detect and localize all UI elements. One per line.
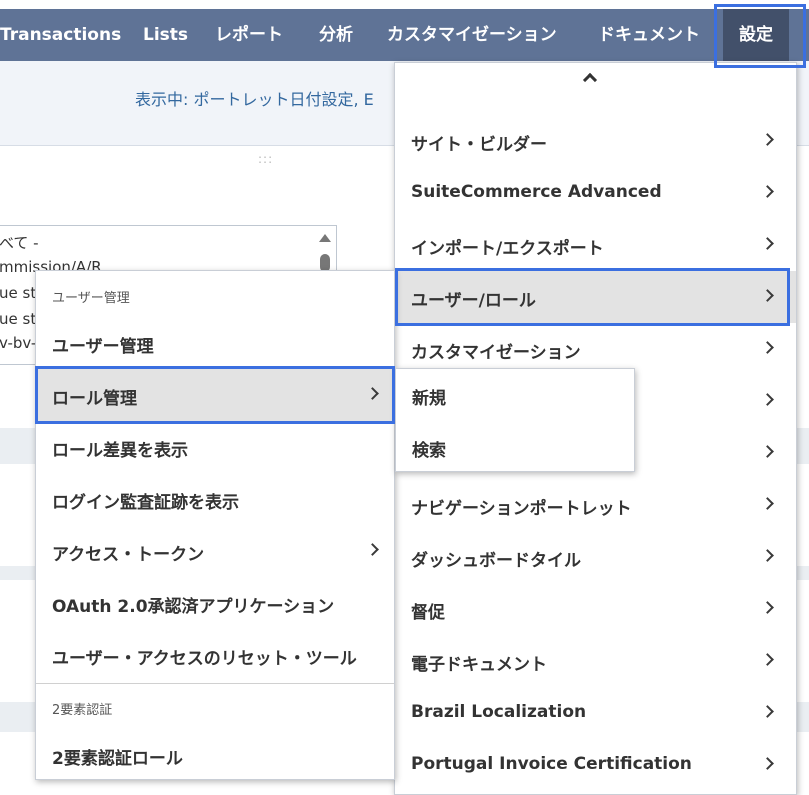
menu-item-2fa-roles[interactable]: 2要素認証ロール [36,729,394,781]
chevron-right-icon [761,341,774,354]
menu-separator [36,683,394,684]
menu-item-label: ユーザー管理 [52,337,154,357]
menu-item-brazil-localization[interactable]: Brazil Localization [395,687,796,739]
menu-item-oauth-authorized-apps[interactable]: OAuth 2.0承認済アプリケーション [36,577,394,629]
menu-item-label: ダッシュボードタイル [411,551,581,571]
menu-item-label: ナビゲーションポートレット [411,499,632,519]
menu-item-label: 新規 [412,389,446,409]
listbox-option[interactable]: ue st [0,284,36,302]
menu-item-label: ログイン監査証跡を表示 [52,493,239,513]
chevron-right-icon [761,185,774,198]
menu-item-label: カスタマイゼーション [411,343,581,363]
listbox-option[interactable]: ue st [0,310,36,328]
menu-item-label: Brazil Localization [411,702,587,722]
listbox-option[interactable]: べて - [0,232,39,253]
menu-item-dashboard-tiles[interactable]: ダッシュボードタイル [395,531,796,583]
menu-item-label: OAuth 2.0承認済アプリケーション [52,597,335,617]
menu-item-suitecommerce-advanced[interactable]: SuiteCommerce Advanced [395,167,796,219]
chevron-right-icon [761,549,774,562]
drag-handle-icon[interactable]: ::: [258,152,273,166]
menu-item-label: 電子ドキュメント [411,655,547,675]
chevron-right-icon [761,653,774,666]
menu-item-user-access-reset-tool[interactable]: ユーザー・アクセスのリセット・ツール [36,629,394,681]
menu-item-show-role-differences[interactable]: ロール差異を表示 [36,421,394,473]
users-roles-submenu: ユーザー管理 ユーザー管理 ロール管理 ロール差異を表示 ログイン監査証跡を表示… [35,270,395,780]
menu-item-import-export[interactable]: インポート/エクスポート [395,219,796,271]
menu-item-dunning[interactable]: 督促 [395,583,796,635]
menu-item-navigation-portlet[interactable]: ナビゲーションポートレット [395,479,796,531]
scroll-up-arrow-icon[interactable] [319,234,331,242]
menu-item-view-login-audit-trail[interactable]: ログイン監査証跡を表示 [36,473,394,525]
menu-item-label: ロール差異を表示 [52,441,188,461]
viewing-settings-link[interactable]: 表示中: ポートレット日付設定, E [135,86,374,110]
top-navigation-bar: Transactions Lists レポート 分析 カスタマイゼーション ドキ… [0,9,809,61]
menu-item-manage-roles[interactable]: ロール管理 [36,369,394,421]
menu-item-manage-users[interactable]: ユーザー管理 [36,317,394,369]
menu-item-label: ユーザー・アクセスのリセット・ツール [52,649,357,669]
menu-item-label: インポート/エクスポート [411,239,604,259]
menu-item-electronic-documents[interactable]: 電子ドキュメント [395,635,796,687]
chevron-right-icon [761,601,774,614]
chevron-right-icon [761,289,774,302]
menu-item-label: 検索 [412,441,446,461]
nav-analytics[interactable]: 分析 [319,9,353,61]
nav-transactions[interactable]: Transactions [0,9,121,61]
nav-reports[interactable]: レポート [215,9,283,61]
menu-item-label: 2要素認証ロール [52,749,183,769]
menu-item-users-roles[interactable]: ユーザー/ロール [395,271,796,323]
menu-item-label: アクセス・トークン [52,545,205,565]
menu-item-label: ロール管理 [52,389,137,409]
chevron-right-icon [761,497,774,510]
menu-item-search-roles[interactable]: 検索 [396,421,634,473]
chevron-right-icon [761,705,774,718]
nav-setup[interactable]: 設定 [723,9,789,61]
menu-item-label: ユーザー/ロール [411,291,536,311]
role-management-submenu: 新規 検索 [395,368,635,472]
menu-item-portugal-invoice-certification[interactable]: Portugal Invoice Certification [395,739,796,791]
section-header-two-factor: 2要素認証 [52,703,113,718]
chevron-right-icon [366,543,379,556]
chevron-right-icon [761,445,774,458]
chevron-right-icon [761,237,774,250]
chevron-right-icon [761,393,774,406]
nav-lists[interactable]: Lists [143,9,188,61]
menu-item-label: サイト・ビルダー [411,135,547,155]
chevron-right-icon [761,133,774,146]
menu-item-label: SuiteCommerce Advanced [411,182,662,202]
nav-customization[interactable]: カスタマイゼーション [387,9,557,61]
section-header-user-management: ユーザー管理 [52,291,130,306]
chevron-right-icon [366,387,379,400]
chevron-right-icon [761,757,774,770]
menu-item-access-tokens[interactable]: アクセス・トークン [36,525,394,577]
menu-item-new-role[interactable]: 新規 [396,369,634,421]
nav-documents[interactable]: ドキュメント [598,9,700,61]
scroll-up-chevron-icon[interactable] [582,72,598,88]
menu-item-label: Portugal Invoice Certification [411,754,692,774]
menu-item-site-builder[interactable]: サイト・ビルダー [395,115,796,167]
menu-item-label: 督促 [411,603,445,623]
